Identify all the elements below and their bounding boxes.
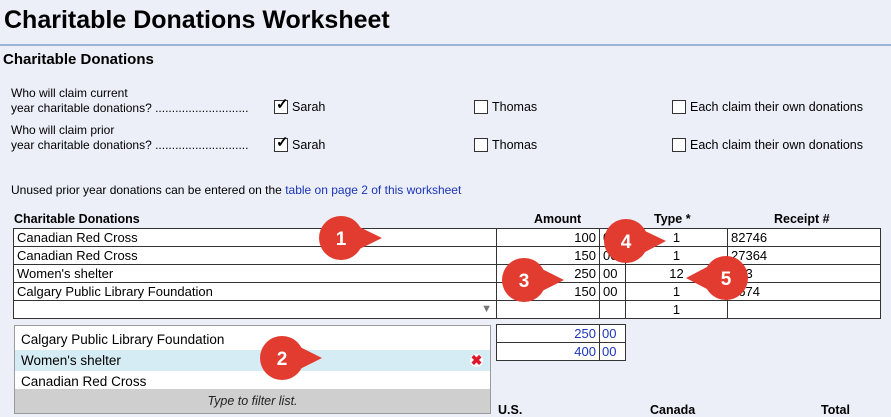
option-label: Sarah	[292, 138, 326, 152]
table-row: Canadian Red Cross 100 0 1 82746	[13, 228, 881, 247]
col-header-canada: Canada	[650, 403, 696, 417]
remove-x-icon[interactable]: ✖	[470, 353, 483, 367]
col-header-amount: Amount	[534, 212, 582, 226]
option-label: Each claim their own donations	[690, 100, 864, 114]
receipt-cell[interactable]: 82746	[727, 228, 881, 247]
amount-cell[interactable]: 250	[496, 264, 600, 283]
receipt-cell[interactable]	[727, 300, 881, 319]
dropdown-arrow-icon[interactable]: ▼	[481, 303, 492, 315]
dropdown-filter-hint: Type to filter list.	[15, 389, 490, 413]
total-cents: 00	[599, 342, 626, 361]
note-text: Unused prior year donations can be enter…	[11, 183, 286, 197]
receipt-cell[interactable]: 2674	[727, 282, 881, 301]
table-row: Canadian Red Cross 150 00 1 27364	[13, 246, 881, 265]
total-row: 400 00	[496, 342, 626, 361]
dropdown-option[interactable]: Calgary Public Library Foundation	[15, 329, 490, 350]
checkbox[interactable]	[672, 138, 686, 152]
table-row: Women's shelter 250 00 12 153	[13, 264, 881, 283]
amount-cell[interactable]: 150	[496, 246, 600, 265]
question-line2: year charitable donations? .............…	[11, 101, 249, 115]
donation-name-cell[interactable]: Canadian Red Cross	[13, 246, 497, 265]
type-cell[interactable]: 1	[625, 228, 728, 247]
col-header-total: Total	[821, 403, 850, 417]
donation-name-combo[interactable]: ▼	[13, 300, 497, 319]
donation-name-cell[interactable]: Canadian Red Cross	[13, 228, 497, 247]
table-row-new: ▼ 1	[13, 300, 881, 319]
title-divider	[0, 44, 891, 46]
prior-thomas-option[interactable]: Thomas	[474, 138, 537, 152]
option-label: Each claim their own donations	[690, 138, 864, 152]
amount-cell[interactable]	[496, 300, 600, 319]
page-title: Charitable Donations Worksheet	[4, 6, 390, 34]
type-cell[interactable]: 1	[625, 282, 728, 301]
col-header-name: Charitable Donations	[14, 212, 140, 226]
type-cell[interactable]: 1	[625, 246, 728, 265]
prior-each-option[interactable]: Each claim their own donations	[672, 138, 863, 152]
question-line1: Who will claim prior	[11, 123, 115, 137]
dropdown-option-selected[interactable]: Women's shelter ✖	[15, 350, 490, 371]
cents-cell[interactable]: 00	[599, 264, 626, 283]
question-line2: year charitable donations? .............…	[11, 138, 249, 152]
current-thomas-option[interactable]: Thomas	[474, 100, 537, 114]
option-label: Thomas	[492, 100, 538, 114]
totals-table: 250 00 400 00	[496, 324, 626, 361]
option-label: Thomas	[492, 138, 538, 152]
dropdown-option-label: Women's shelter	[21, 353, 121, 368]
checkbox[interactable]	[672, 100, 686, 114]
amount-cell[interactable]: 100	[496, 228, 600, 247]
cents-cell[interactable]: 00	[599, 282, 626, 301]
check-icon: ✓	[276, 134, 289, 151]
section-title: Charitable Donations	[3, 51, 154, 68]
col-header-us: U.S.	[498, 403, 523, 417]
cents-cell[interactable]: 0	[599, 228, 626, 247]
col-header-type: Type *	[654, 212, 691, 226]
current-year-question: Who will claim current year charitable d…	[11, 86, 248, 116]
checkbox[interactable]	[474, 100, 488, 114]
prior-year-note: Unused prior year donations can be enter…	[11, 183, 461, 197]
col-header-receipt: Receipt #	[774, 212, 830, 226]
cents-cell[interactable]	[599, 300, 626, 319]
question-line1: Who will claim current	[11, 86, 128, 100]
donation-name-cell[interactable]: Calgary Public Library Foundation	[13, 282, 497, 301]
current-sarah-option[interactable]: ✓ Sarah	[274, 96, 326, 114]
cents-cell[interactable]: 00	[599, 246, 626, 265]
donation-name-cell[interactable]: Women's shelter	[13, 264, 497, 283]
receipt-cell[interactable]: 153	[727, 264, 881, 283]
prior-year-question: Who will claim prior year charitable don…	[11, 123, 248, 153]
total-cents: 00	[599, 324, 626, 343]
total-row: 250 00	[496, 324, 626, 343]
current-each-option[interactable]: Each claim their own donations	[672, 100, 863, 114]
donations-table: Canadian Red Cross 100 0 1 82746 Canadia…	[13, 228, 881, 319]
checkbox[interactable]	[474, 138, 488, 152]
page2-table-link[interactable]: table on page 2 of this worksheet	[285, 183, 461, 197]
amount-cell[interactable]: 150	[496, 282, 600, 301]
option-label: Sarah	[292, 100, 326, 114]
type-cell[interactable]: 12	[625, 264, 728, 283]
donation-dropdown-list[interactable]: Calgary Public Library Foundation Women'…	[14, 325, 491, 414]
check-icon: ✓	[276, 96, 289, 113]
total-amount: 400	[496, 342, 600, 361]
type-cell[interactable]: 1	[625, 300, 728, 319]
checkbox[interactable]: ✓	[274, 134, 289, 152]
table-row: Calgary Public Library Foundation 150 00…	[13, 282, 881, 301]
receipt-cell[interactable]: 27364	[727, 246, 881, 265]
prior-sarah-option[interactable]: ✓ Sarah	[274, 134, 326, 152]
total-amount: 250	[496, 324, 600, 343]
checkbox[interactable]: ✓	[274, 96, 289, 114]
